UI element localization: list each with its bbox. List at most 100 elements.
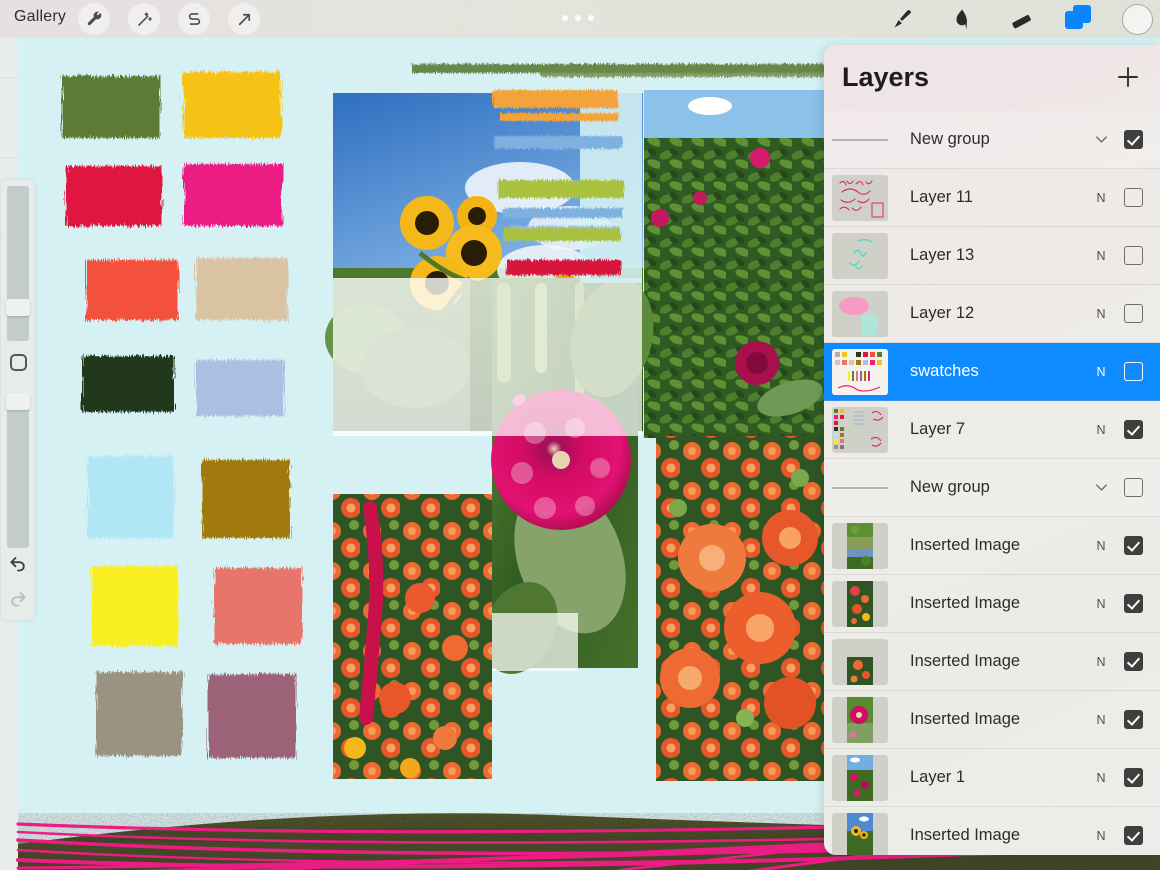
layer-thumbnail: [832, 697, 888, 743]
layers-panel-title: Layers: [842, 62, 929, 93]
blend-mode-label[interactable]: N: [1088, 191, 1114, 205]
thumbnail-image: [847, 813, 873, 856]
layer-visibility-checkbox[interactable]: [1124, 246, 1143, 265]
smudge-icon[interactable]: [946, 4, 976, 34]
blend-mode-label[interactable]: N: [1088, 365, 1114, 379]
layer-name: Layer 13: [910, 246, 1088, 265]
layer-thumbnail: [832, 523, 888, 569]
group-collapse-line: [832, 139, 888, 141]
color-icon[interactable]: [1122, 4, 1153, 35]
blend-mode-label[interactable]: N: [1088, 771, 1114, 785]
layer-name: New group: [910, 478, 1088, 497]
brush-size-handle[interactable]: [6, 299, 30, 316]
layer-thumbnail: [832, 581, 888, 627]
layer-visibility-checkbox[interactable]: [1124, 536, 1143, 555]
layers-panel-header: Layers: [824, 45, 1160, 111]
layer-group-row[interactable]: New group: [824, 459, 1160, 517]
blend-mode-label[interactable]: N: [1088, 713, 1114, 727]
layer-thumbnail: [832, 175, 888, 221]
selection-icon[interactable]: [178, 3, 210, 35]
layer-thumbnail: [832, 639, 888, 685]
blend-mode-label[interactable]: N: [1088, 539, 1114, 553]
opacity-handle[interactable]: [6, 393, 30, 410]
layer-row[interactable]: Inserted ImageN: [824, 691, 1160, 749]
layer-name: Inserted Image: [910, 536, 1088, 555]
add-layer-button[interactable]: [1115, 64, 1141, 90]
layer-row[interactable]: Inserted ImageN: [824, 633, 1160, 691]
thumbnail-image: [847, 755, 873, 801]
layer-name: Layer 12: [910, 304, 1088, 323]
brush-size-slider[interactable]: [7, 186, 29, 341]
artwork-photo-orange-dahlias: [656, 436, 824, 781]
layer-row[interactable]: Inserted ImageN: [824, 575, 1160, 633]
blend-mode-label[interactable]: N: [1088, 423, 1114, 437]
artwork-overlay-rect-1: [470, 278, 642, 436]
layers-icon[interactable]: [1065, 5, 1095, 33]
layer-visibility-checkbox[interactable]: [1124, 478, 1143, 497]
layer-list[interactable]: New groupLayer 11NLayer 13NLayer 12Nswat…: [824, 111, 1160, 855]
blend-mode-label[interactable]: N: [1088, 597, 1114, 611]
layer-row[interactable]: Inserted ImageN: [824, 807, 1160, 855]
wrench-icon[interactable]: [78, 3, 110, 35]
layer-name: Layer 7: [910, 420, 1088, 439]
layer-visibility-checkbox[interactable]: [1124, 420, 1143, 439]
layer-visibility-checkbox[interactable]: [1124, 188, 1143, 207]
layer-thumbnail: [832, 349, 888, 395]
layer-name: Inserted Image: [910, 594, 1088, 613]
toolbar-dots: [562, 15, 594, 21]
blend-mode-label[interactable]: N: [1088, 249, 1114, 263]
layer-thumbnail: [832, 291, 888, 337]
transform-icon[interactable]: [228, 3, 260, 35]
eraser-icon[interactable]: [1006, 4, 1036, 34]
thumbnail-image: [847, 697, 873, 743]
redo-button[interactable]: [8, 588, 28, 608]
procreate-window: Layers New groupLayer 11NLayer 13NLayer …: [0, 0, 1160, 870]
gallery-button[interactable]: Gallery: [14, 8, 66, 26]
group-collapse-line: [832, 487, 888, 489]
layer-row[interactable]: Layer 11N: [824, 169, 1160, 227]
layer-visibility-checkbox[interactable]: [1124, 652, 1143, 671]
modify-button[interactable]: [10, 354, 27, 371]
layer-row[interactable]: swatchesN: [824, 343, 1160, 401]
layer-name: New group: [910, 130, 1088, 149]
layer-visibility-checkbox[interactable]: [1124, 710, 1143, 729]
layer-visibility-checkbox[interactable]: [1124, 768, 1143, 787]
opacity-slider[interactable]: [7, 393, 29, 548]
layer-row[interactable]: Inserted ImageN: [824, 517, 1160, 575]
layer-row[interactable]: Layer 13N: [824, 227, 1160, 285]
blend-mode-label[interactable]: N: [1088, 307, 1114, 321]
layer-name: swatches: [910, 362, 1088, 381]
layer-group-row[interactable]: New group: [824, 111, 1160, 169]
layer-name: Inserted Image: [910, 652, 1088, 671]
magic-wand-icon[interactable]: [128, 3, 160, 35]
thumbnail-image: [847, 639, 873, 685]
blend-mode-label[interactable]: N: [1088, 829, 1114, 843]
chevron-down-icon[interactable]: [1088, 478, 1114, 497]
layer-visibility-checkbox[interactable]: [1124, 594, 1143, 613]
left-sidebar: [1, 180, 35, 620]
layer-visibility-checkbox[interactable]: [1124, 362, 1143, 381]
layer-row[interactable]: Layer 7N: [824, 401, 1160, 459]
layer-visibility-checkbox[interactable]: [1124, 826, 1143, 845]
layer-thumbnail: [832, 407, 888, 453]
artwork-overlay-rect-2: [333, 278, 470, 436]
blend-mode-label[interactable]: N: [1088, 655, 1114, 669]
undo-button[interactable]: [8, 553, 28, 573]
chevron-down-icon[interactable]: [1088, 130, 1114, 149]
layer-visibility-checkbox[interactable]: [1124, 130, 1143, 149]
layer-thumbnail: [832, 755, 888, 801]
thumbnail-image: [847, 581, 873, 627]
artwork-photo-red-flowers: [333, 494, 492, 779]
top-toolbar: Gallery: [0, 0, 1160, 38]
layer-row[interactable]: Layer 1N: [824, 749, 1160, 807]
layer-name: Layer 1: [910, 768, 1088, 787]
artwork-overlay-rect-4: [492, 613, 578, 671]
artwork-overlay-rect-5: [333, 436, 470, 494]
layer-name: Inserted Image: [910, 826, 1088, 845]
thumbnail-image: [847, 523, 873, 569]
layer-thumbnail: [832, 813, 888, 856]
layer-thumbnail: [832, 233, 888, 279]
layer-row[interactable]: Layer 12N: [824, 285, 1160, 343]
paint-brush-icon[interactable]: [886, 4, 916, 34]
layer-visibility-checkbox[interactable]: [1124, 304, 1143, 323]
